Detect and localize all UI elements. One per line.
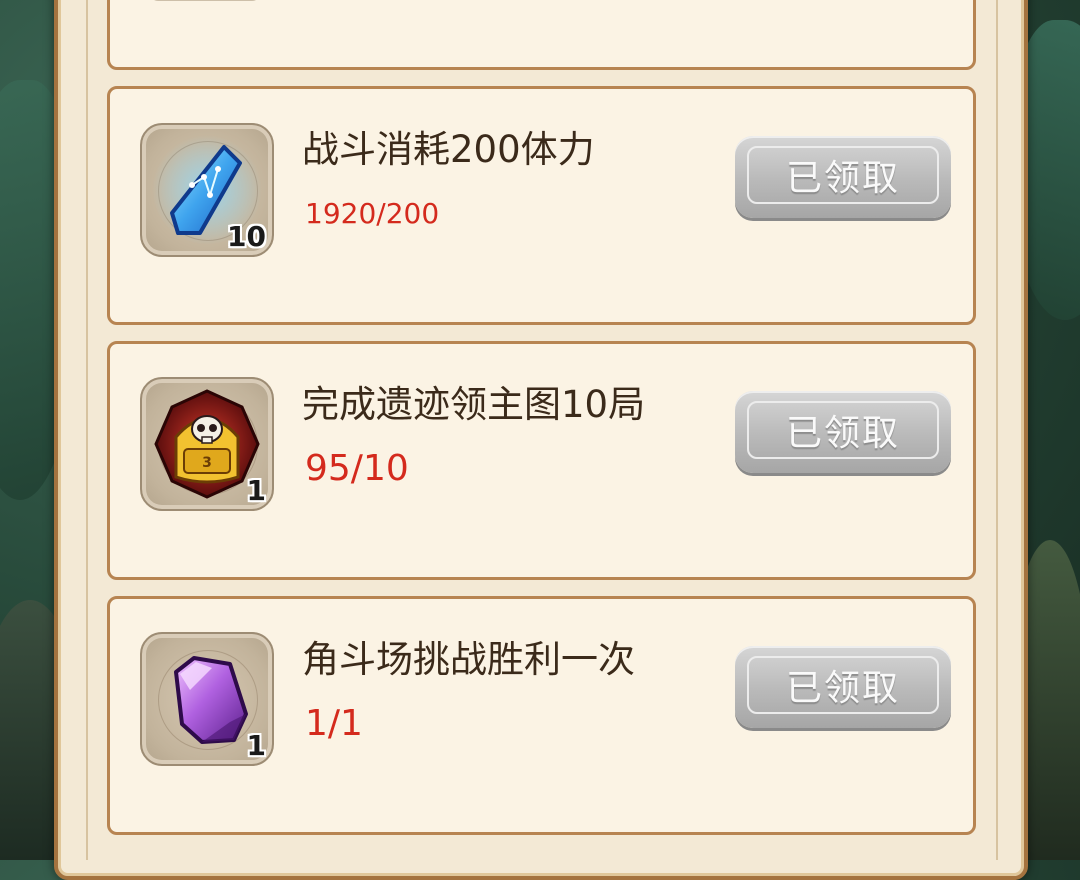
task-title: 角斗场挑战胜利一次 [302, 638, 635, 681]
reward-slot[interactable]: 3 1 [140, 377, 274, 511]
item-slot-partial [150, 0, 260, 1]
task-progress: 1/1 [305, 703, 363, 744]
task-title: 战斗消耗200体力 [302, 128, 595, 171]
reward-slot[interactable]: 10 [140, 123, 274, 257]
task-card: 10 战斗消耗200体力 1920/200 已领取 [107, 86, 976, 325]
claimed-button-label: 已领取 [785, 668, 900, 709]
task-progress: 95/10 [305, 448, 409, 489]
task-title: 完成遗迹领主图10局 [302, 383, 646, 426]
reward-count: 1 [246, 474, 266, 507]
reward-slot[interactable]: 1 [140, 632, 274, 766]
claimed-button[interactable]: 已领取 [735, 391, 951, 473]
claimed-button-label: 已领取 [785, 413, 900, 454]
reward-count: 1 [246, 729, 266, 762]
task-card: 3 1 完成遗迹领主图10局 95/10 已领取 [107, 341, 976, 580]
task-progress: 1920/200 [305, 197, 440, 230]
claimed-button[interactable]: 已领取 [735, 136, 951, 218]
task-card: 1 角斗场挑战胜利一次 1/1 已领取 [107, 596, 976, 835]
claimed-button[interactable]: 已领取 [735, 646, 951, 728]
claimed-button-label: 已领取 [785, 158, 900, 199]
task-card-partial [107, 0, 976, 70]
reward-count: 10 [227, 220, 266, 253]
svg-text:3: 3 [202, 455, 212, 471]
